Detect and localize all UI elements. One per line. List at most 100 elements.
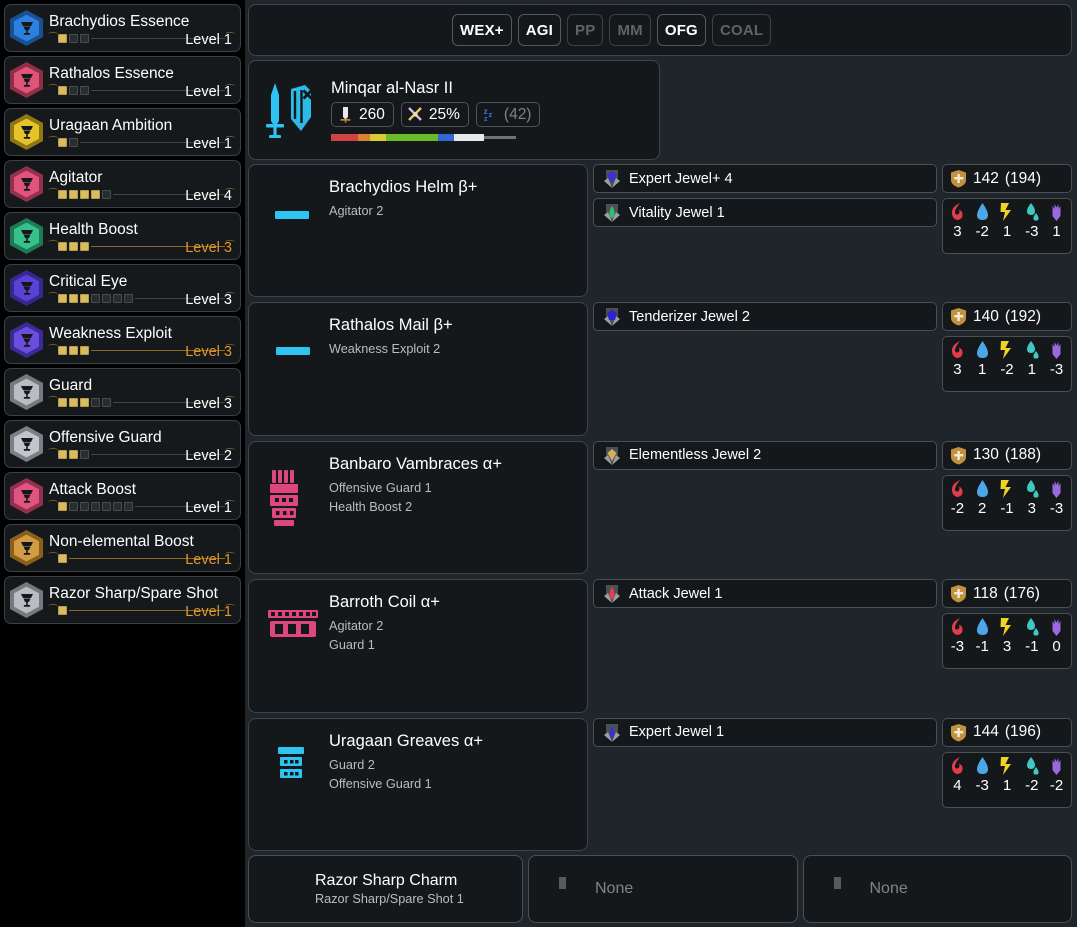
pip-filled [58,86,68,95]
sidebar-skill-item[interactable]: Agitator ⁀ ⁀ Level 4 [4,160,241,208]
pip-filled [58,398,68,407]
attack-blade-icon [340,107,351,123]
sidebar-skill-level: Level 1 [185,32,232,48]
skill-hex-green-icon [10,218,43,254]
defense-max-value: (188) [1004,446,1042,464]
sharpness-segment [484,136,516,139]
ailment-value: (42) [503,105,532,123]
defense-value: 142 [973,169,999,187]
toolbar-badge-mm[interactable]: MM [609,14,651,46]
sidebar-skill-item[interactable]: Offensive Guard ⁀ ⁀ Level 2 [4,420,241,468]
sharpness-segment [370,134,386,141]
set-bonus-hex-blue-icon [10,10,43,46]
armor-piece-card[interactable]: Banbaro Vambraces α+ Offensive Guard 1 Hea… [248,440,588,575]
skill-pips [58,242,90,251]
resistance-fire: 3 [945,340,970,389]
pip-empty [113,502,123,511]
resistance-thunder: -2 [995,340,1020,389]
ailment-chip: z z z (42) [475,102,541,127]
decoration-name: Attack Jewel 1 [629,585,723,602]
decoration-name: Expert Jewel+ 4 [629,170,733,187]
pip-empty [91,502,101,511]
armor-piece-card[interactable]: Uragaan Greaves α+ Guard 2 Offensive Guard… [248,717,588,852]
armor-piece-name: Uragaan Greaves α+ [329,731,483,750]
weapon-card[interactable]: Minqar al-Nasr II 260 25% z z z (42) [248,60,660,160]
might-seed-pink-icon[interactable] [296,13,329,47]
resistance-value: 1 [1052,223,1061,240]
armor-piece-card[interactable]: Rathalos Mail β+ Weakness Exploit 2 [248,302,588,436]
armor-row: Brachydios Helm β+ Agitator 2 Expert Jewel… [248,164,1072,298]
resistance-dragon: 0 [1044,617,1069,666]
sidebar-skill-item[interactable]: Brachydios Essence ⁀ ⁀ Level 1 [4,4,241,52]
decoration-slot[interactable]: Vitality Jewel 1 [593,198,937,227]
sidebar-skill-item[interactable]: Uragaan Ambition ⁀ ⁀ Level 1 [4,108,241,156]
resistance-value: 3 [1002,638,1012,656]
sidebar-skill-item[interactable]: Critical Eye ⁀ ⁀ Level 3 [4,264,241,312]
toolbar-badge-coal[interactable]: COAL [711,14,772,46]
toolbar-badge-pp[interactable]: PP [567,14,604,46]
armor-stats: 144 (196) 4 -3 1 -2 -2 [942,717,1072,851]
resistance-value: 3 [1027,499,1036,517]
pip-empty [69,34,79,43]
resistance-thunder: 1 [995,202,1020,251]
defense-value: 144 [973,723,999,741]
resistance-value: 1 [1027,361,1036,379]
charm-slot[interactable]: None [528,855,798,923]
resistance-value: -3 [1049,361,1064,379]
sidebar-skill-item[interactable]: Guard ⁀ ⁀ Level 3 [4,368,241,416]
pip-filled [69,294,79,303]
armor-piece-card[interactable]: Barroth Coil α+ Agitator 2 Guard 1 [248,579,588,713]
defense-value: 140 [973,307,999,325]
resistance-ice: -1 [1019,617,1044,666]
pip-empty [124,294,134,303]
track-start-bracket: ⁀ [49,500,58,512]
pip-empty [113,294,123,303]
sidebar-skill-name: Health Boost [49,221,138,238]
decoration-slot[interactable]: Tenderizer Jewel 2 [593,302,937,332]
armor-stats: 140 (192) 3 1 -2 1 -3 [942,302,1072,435]
toolbar-badge-wexplus[interactable]: WEX+ [452,14,512,46]
sidebar-skill-name: Critical Eye [49,273,128,290]
charm-slot[interactable]: Razor Sharp Charm Razor Sharp/Spare Shot … [248,855,523,923]
charm-slot[interactable]: None [802,855,1072,923]
charm-row: Razor Sharp Charm Razor Sharp/Spare Shot … [248,855,1072,923]
adamant-seed-tan-icon[interactable] [374,13,407,47]
decoration-slot[interactable]: Elementless Jewel 2 [593,440,937,470]
sidebar-skill-level: Level 1 [185,136,232,152]
great-sword-shield-icon [259,79,323,141]
decoration-slot[interactable]: Attack Jewel 1 [593,579,937,609]
armorskin-tan-icon[interactable] [335,13,368,47]
sidebar-skill-item[interactable]: Attack Boost ⁀ ⁀ Level 1 [4,472,241,520]
resistance-value: 0 [1052,638,1061,656]
toolbar-badge-ofg[interactable]: OFG [656,14,706,46]
resistances-box: -2 2 -1 3 -3 [942,474,1072,531]
resistance-value: -2 [1025,776,1039,794]
sharpness-segment [386,134,438,141]
toolbar-badge-agi[interactable]: AGI [517,14,562,46]
pip-empty [69,86,79,95]
decoration-slots: Expert Jewel+ 4 Vitality Jewel 1 [593,164,937,297]
sidebar-skill-item[interactable]: Non-elemental Boost ⁀ ⁀ Level 1 [4,524,241,572]
resistance-value: 1 [1002,776,1012,794]
armor-piece-card[interactable]: Brachydios Helm β+ Agitator 2 [248,164,588,298]
armor-row: Barroth Coil α+ Agitator 2 Guard 1 Attack J… [248,579,1072,713]
resistances-box: -3 -1 3 -1 0 [942,613,1072,670]
sidebar-skill-level: Level 1 [185,604,232,620]
equipment-main: WEX+ AGI PP MM OFG COAL Minqar al-Nasr I… [245,0,1077,927]
armor-row: Uragaan Greaves α+ Guard 2 Offensive Guard… [248,717,1072,852]
helm-icon [257,175,329,251]
powercharm-green-icon[interactable] [413,13,446,47]
skill-hex-silver-icon [10,374,43,410]
decoration-slot[interactable]: Expert Jewel+ 4 [593,164,937,193]
sidebar-skill-item[interactable]: Rathalos Essence ⁀ ⁀ Level 1 [4,56,241,104]
sidebar-skill-item[interactable]: Weakness Exploit ⁀ ⁀ Level 3 [4,316,241,364]
demondrug-pink-icon[interactable] [257,13,290,47]
sidebar-skill-item[interactable]: Health Boost ⁀ ⁀ Level 3 [4,212,241,260]
sidebar-skill-item[interactable]: Razor Sharp/Spare Shot ⁀ ⁀ Level 1 [4,576,241,624]
sharpness-segment [358,134,370,141]
defense-box: 130 (188) [942,440,1072,470]
armor-piece-skill: Agitator 2 [329,204,384,218]
sharpness-bar [331,134,516,141]
pip-filled [58,138,68,147]
decoration-slot[interactable]: Expert Jewel 1 [593,717,937,747]
